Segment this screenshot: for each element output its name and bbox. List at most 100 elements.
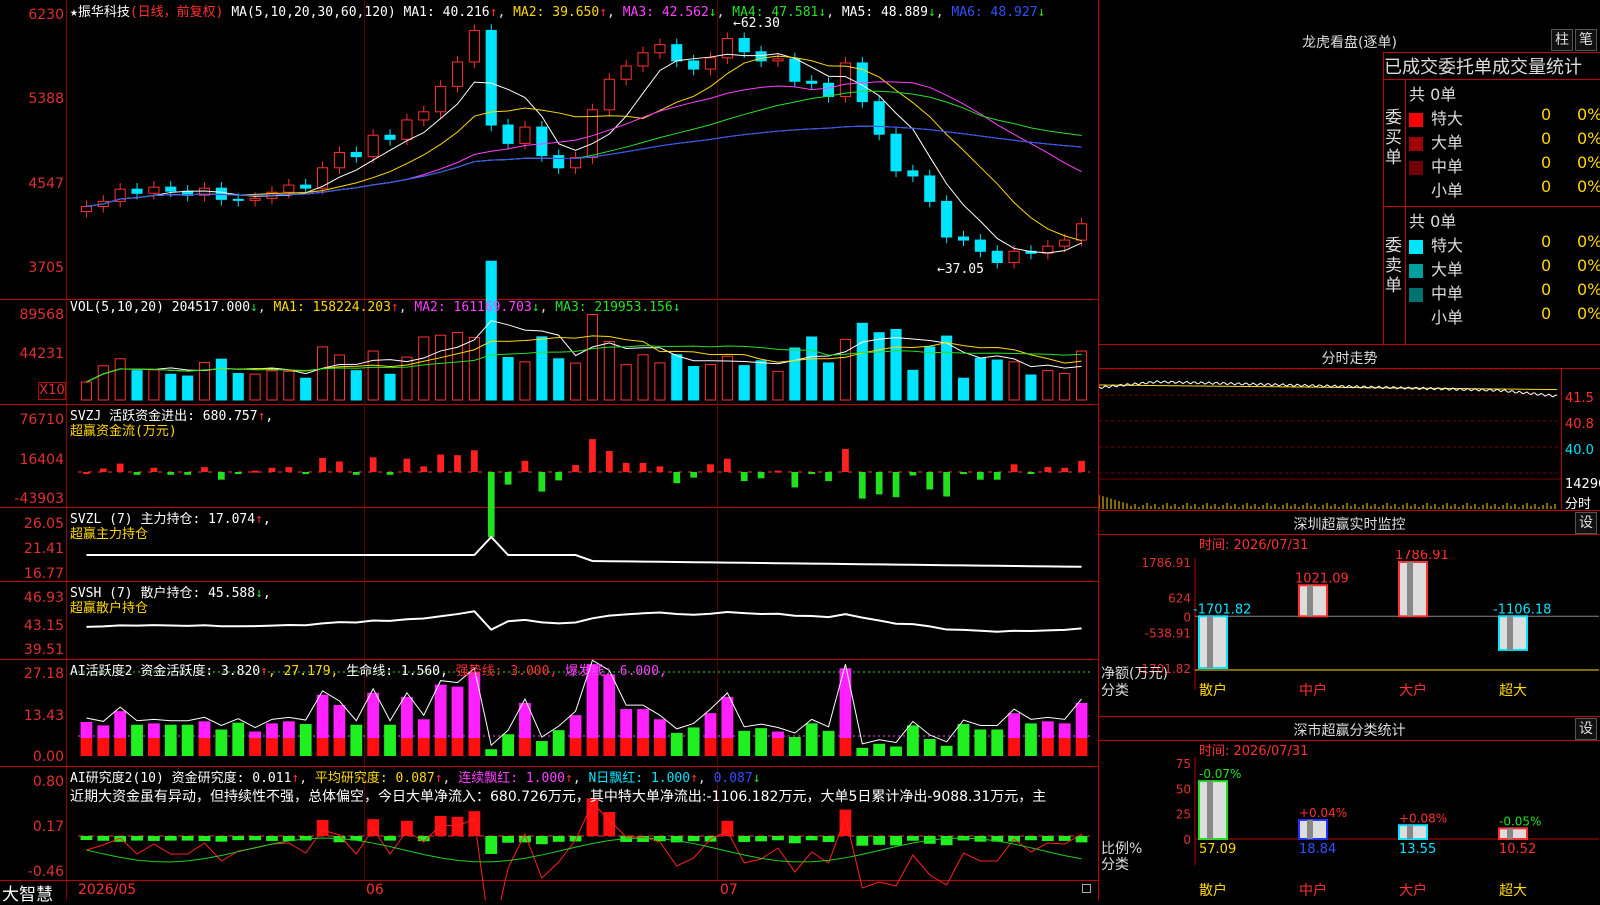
svzj-bar: [555, 472, 563, 481]
volume-bar: [738, 365, 750, 401]
bar-mode-button[interactable]: 柱: [1551, 29, 1573, 51]
ai-research-v3: 连续飘红: 1.000: [458, 771, 565, 786]
svzj-tail: ,: [265, 409, 274, 424]
svzj-bar: [858, 472, 866, 499]
classify-value: 57.09: [1199, 842, 1236, 857]
research-bar-down: [772, 836, 784, 841]
tick-mode-button[interactable]: 笔: [1575, 29, 1597, 51]
app-logo[interactable]: 大智慧: [2, 880, 53, 905]
candle-body: [249, 197, 261, 201]
monitor-value: -1106.18: [1493, 602, 1551, 617]
candle-body: [654, 44, 666, 54]
research-bar-down: [502, 836, 515, 843]
volume-bar: [418, 336, 430, 401]
monitor-bar-shade: [1307, 585, 1313, 617]
right-panel: 龙虎看盘(逐单) 柱 笔 已成交委托单成交量统计 委买单 共 0单 特大 0 0% 大…: [1099, 0, 1600, 900]
research-bar-down: [232, 836, 245, 841]
svzj-bar: [875, 472, 883, 495]
volume-bar: [283, 370, 295, 401]
svsh-tick-1: 46.93: [23, 590, 64, 606]
active-bar-top: [1058, 723, 1071, 738]
volume-bar: [755, 360, 767, 401]
classify-change: +0.04%: [1299, 806, 1347, 820]
svzj-tick-2: 16404: [19, 452, 64, 468]
volume-bar: [789, 347, 801, 401]
volume-bar: [974, 357, 986, 401]
intraday-chart: [1099, 369, 1561, 509]
active-bar-top: [1075, 702, 1088, 738]
ai-active-label[interactable]: AI活跃度2: [70, 664, 132, 679]
intraday-title: 分时走势: [1321, 351, 1378, 367]
ai-research-label[interactable]: AI研究度2(10): [70, 771, 164, 786]
volume-bar: [1076, 350, 1088, 401]
classify-tick: 0: [1183, 833, 1191, 847]
svzj-bar: [133, 472, 141, 475]
classify-ylabel: 比例%: [1101, 841, 1142, 857]
research-bar-down: [181, 836, 194, 841]
active-bar-top: [367, 692, 380, 738]
volume-bar: [991, 359, 1003, 401]
active-bar-base: [97, 738, 110, 756]
row-value: 0: [1541, 280, 1552, 299]
vol-label[interactable]: VOL(5,10,20): [70, 300, 164, 315]
volume-bar: [1059, 373, 1071, 401]
volume-bar: [839, 339, 851, 401]
ai-active-v1: 资金活跃度: 3.820: [140, 664, 261, 679]
active-bar-top: [451, 686, 464, 738]
svsh-tail: ,: [262, 586, 271, 601]
svzj-bar: [589, 439, 596, 472]
monitor-settings-button[interactable]: 设: [1575, 512, 1597, 534]
volume-bar: [586, 314, 598, 401]
active-bar-top: [1008, 713, 1021, 738]
lock-icon[interactable]: [1082, 884, 1091, 893]
classify-chart: 75 50 25 0 比例%分类 -0.07% 57.09 散户 +0.04% 18.84 中户 +0…: [1101, 757, 1599, 899]
vol-unit-badge[interactable]: X10: [38, 382, 66, 400]
candle-body: [603, 78, 615, 111]
candle-body: [620, 65, 632, 80]
sell-row: 中单 0 0%: [1409, 280, 1600, 304]
active-bar-base: [772, 738, 784, 756]
row-name: 中单: [1431, 157, 1464, 176]
candle-body: [890, 133, 902, 172]
research-bar-down: [755, 836, 768, 842]
star-icon[interactable]: ★: [70, 5, 78, 20]
svzj-bar: [1061, 467, 1069, 472]
monitor-title: 深圳超赢实时监控: [1293, 517, 1406, 533]
svzj-bar: [791, 472, 799, 488]
row-name: 特大: [1431, 236, 1464, 255]
active-bar-top: [97, 725, 110, 738]
row-name: 特大: [1431, 109, 1464, 128]
active-bar: [890, 746, 902, 756]
ai-active-tick-3: 0.00: [32, 749, 64, 765]
candle-body: [451, 61, 464, 87]
volume-bar: [468, 337, 480, 401]
active-bar: [670, 732, 683, 756]
svzl-tick-1: 26.05: [23, 516, 64, 532]
svzj-bar: [892, 472, 900, 498]
active-bar-base: [333, 738, 346, 756]
volume-bar: [317, 346, 329, 401]
svzj-bar: [234, 472, 242, 474]
classify-settings-button[interactable]: 设: [1575, 718, 1597, 740]
candle-body: [957, 236, 970, 241]
volume-bar: [823, 362, 835, 401]
classify-value: 10.52: [1499, 842, 1536, 857]
active-bar: [923, 739, 936, 756]
svzj-bar: [454, 455, 461, 472]
active-bar: [384, 724, 396, 756]
research-bar-down: [114, 836, 127, 842]
research-bar-down: [805, 836, 818, 841]
svsh-subtitle: 超赢散户持仓: [70, 601, 149, 616]
svzj-subtitle: 超赢资金流(万元): [70, 424, 177, 439]
row-name: 小单: [1431, 181, 1464, 200]
row-value: 0: [1541, 129, 1552, 148]
period-label[interactable]: (日线，前复权): [130, 5, 224, 20]
monitor-tick: 0: [1183, 610, 1191, 624]
volume-bar: [384, 373, 396, 401]
stock-name[interactable]: 振华科技: [78, 5, 130, 20]
classify-change: -0.07%: [1199, 767, 1241, 781]
research-bar-down: [266, 836, 278, 841]
ai-research-v5-arrow: ↓: [752, 771, 761, 786]
monitor-value: -1701.82: [1193, 602, 1251, 617]
active-bar-base: [434, 738, 447, 756]
